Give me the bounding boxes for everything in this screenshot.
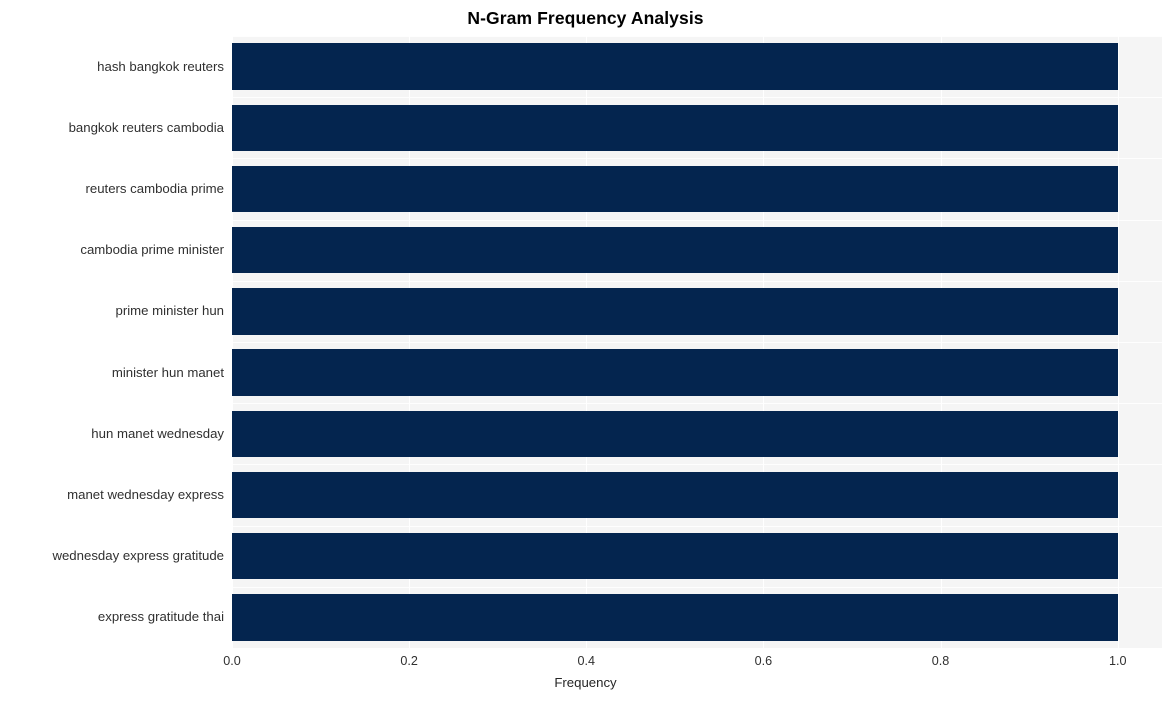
bar[interactable] (232, 594, 1118, 641)
x-tick-label: 1.0 (1108, 654, 1127, 668)
y-gridline (232, 342, 1162, 343)
x-tick-label: 0.4 (577, 654, 596, 668)
chart-title: N-Gram Frequency Analysis (467, 8, 704, 28)
chart-figure: N-Gram Frequency Analysis hash bangkok r… (0, 0, 1171, 701)
bar[interactable] (232, 227, 1118, 274)
y-tick-label: minister hun manet (111, 364, 224, 380)
y-gridline (232, 36, 1162, 37)
x-tick-label: 0.0 (223, 654, 241, 668)
y-tick-label: manet wednesday express (67, 487, 224, 502)
x-tick-label: 0.6 (754, 654, 773, 668)
y-tick-label: hun manet wednesday (91, 425, 224, 441)
y-tick-label: hash bangkok reuters (97, 58, 224, 74)
y-tick-label: reuters cambodia prime (85, 181, 224, 196)
x-tick-label: 0.8 (931, 654, 950, 668)
y-gridline (232, 97, 1162, 99)
y-tick-label: wednesday express gratitude (52, 548, 224, 564)
bar[interactable] (232, 288, 1118, 335)
y-tick-label: prime minister hun (115, 303, 224, 319)
plot-area (232, 36, 1162, 648)
bar[interactable] (232, 43, 1118, 90)
y-tick-label: cambodia prime minister (80, 242, 224, 258)
y-gridline (232, 280, 1162, 282)
bar[interactable] (232, 471, 1118, 519)
y-gridline (232, 219, 1162, 221)
y-gridline (232, 403, 1162, 405)
y-axis-tick-labels: hash bangkok reuters bangkok reuters camb… (0, 36, 224, 648)
x-tick-label: 0.2 (400, 654, 418, 668)
bar[interactable] (232, 533, 1118, 580)
x-axis-tick-labels: 0.0 0.2 0.4 0.6 0.8 1.0 (0, 654, 1171, 674)
y-gridline (232, 586, 1162, 588)
y-tick-label: express gratitude thai (97, 609, 224, 625)
bar[interactable] (232, 410, 1118, 457)
bar[interactable] (232, 349, 1118, 396)
y-gridline (232, 158, 1162, 160)
bar[interactable] (232, 165, 1118, 213)
y-tick-label: bangkok reuters cambodia (68, 119, 224, 135)
y-gridline (232, 464, 1162, 466)
y-gridline (232, 525, 1162, 527)
bar[interactable] (232, 104, 1118, 151)
x-axis-title: Frequency (554, 675, 617, 690)
